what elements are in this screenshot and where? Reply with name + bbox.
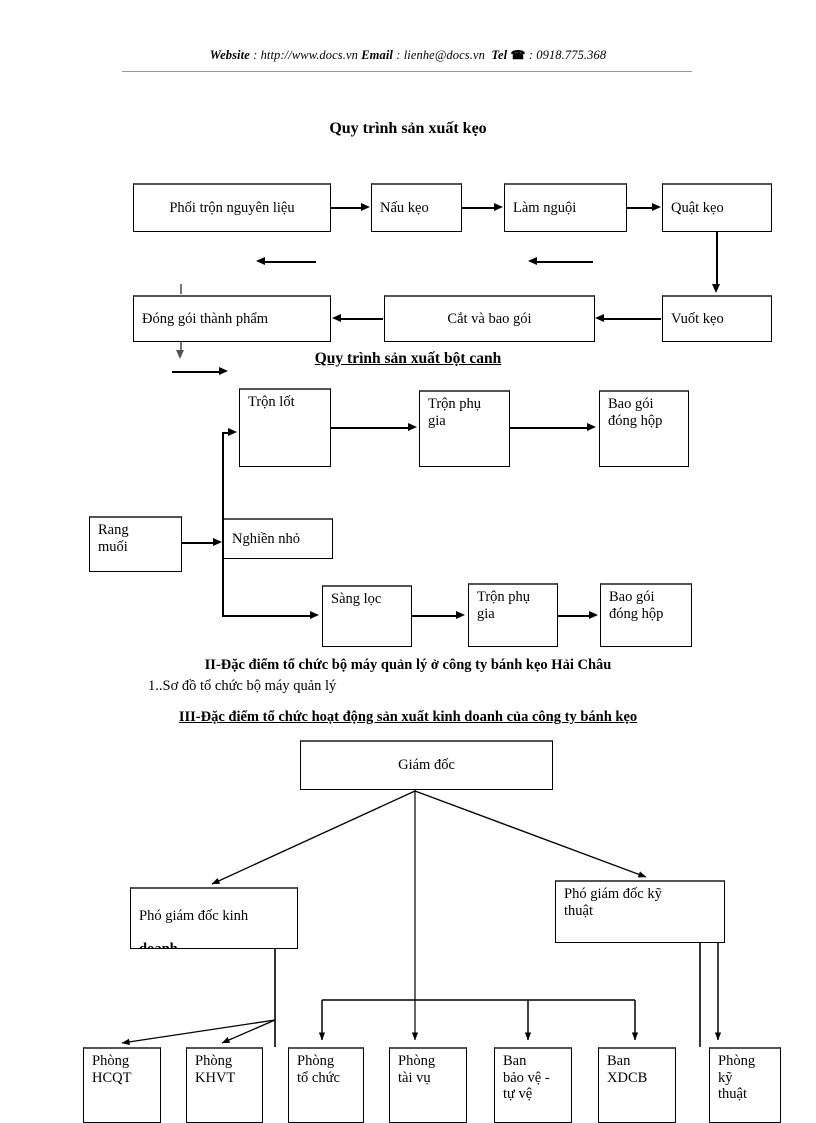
header-tel-value: : 0918.775.368 (528, 48, 607, 62)
box-department-0: Phòng HCQT (83, 1047, 161, 1123)
seasoning-process-title: Quy trình sản xuất bột canh (314, 350, 502, 367)
box-giam-doc: Giám đốc (300, 740, 553, 790)
box-department-2: Phòng tổ chức (288, 1047, 364, 1123)
arrowhead-cook-to-cool (494, 203, 503, 211)
arrowhead-salt-to-grind (213, 538, 222, 546)
connector-additive-to-pack-top (510, 427, 587, 429)
arrowhead-under-seasoning-title (219, 367, 228, 375)
arrowhead-feedback-left (256, 257, 265, 265)
box-department-5: Ban XDCB (598, 1047, 676, 1123)
header-divider (122, 71, 692, 72)
arrowhead-branch-to-mixbase (228, 428, 237, 436)
arrowhead-additive2-to-pack-bottom (589, 611, 598, 619)
box-quat-keo: Quật kẹo (662, 183, 772, 232)
connector-mixbase-to-additive (331, 427, 408, 429)
box-cat-va-bao-goi: Cắt và bao gói (384, 295, 595, 342)
telephone-icon: ☎ (510, 48, 526, 62)
arrowhead-beat-to-stretch (712, 284, 720, 293)
box-tron-phu-gia-bottom: Trộn phụ gia (468, 583, 558, 647)
box-department-6: Phòng kỹ thuật (709, 1047, 781, 1123)
box-nau-keo: Nấu kẹo (371, 183, 462, 232)
header-website-label: Website (209, 48, 250, 62)
box-pho-giam-doc-ky-thuat: Phó giám đốc kỹ thuật (555, 880, 725, 943)
box-bao-goi-dong-hop-top: Bao gói đóng hộp (599, 390, 689, 467)
box-nghien-nho: Nghiền nhỏ (223, 518, 333, 559)
connector-cool-to-beat (627, 207, 653, 209)
document-page: Website : http://www.docs.vn Email : lie… (0, 0, 816, 1123)
page-header: Website : http://www.docs.vn Email : lie… (0, 48, 816, 63)
header-website-url: : http://www.docs.vn (253, 48, 358, 62)
arrowhead-additive-to-pack-top (587, 423, 596, 431)
pgd-kd-line2: doanh (139, 941, 178, 948)
feedback-line-right (537, 261, 593, 263)
feedback-line-left (265, 261, 316, 263)
box-phoi-tron-nguyen-lieu: Phối trộn nguyên liệu (133, 183, 331, 232)
connector-cook-to-cool (462, 207, 495, 209)
box-bao-goi-dong-hop-bottom: Bao gói đóng hộp (600, 583, 692, 647)
heading-section-2: II-Đặc điểm tổ chức bộ máy quản lý ở côn… (204, 657, 612, 673)
candy-process-title: Quy trình sản xuất kẹo (329, 120, 487, 137)
arrowhead-feedback-right (528, 257, 537, 265)
connector-stretch-to-cutwrap (604, 318, 661, 320)
arrowhead-stretch-to-cutwrap (595, 314, 604, 322)
arrowhead-cool-to-beat (652, 203, 661, 211)
pgd-kd-line1: Phó giám đốc kinh (139, 907, 249, 924)
branch-bottom-line (222, 615, 310, 617)
header-email-value: : lienhe@docs.vn (396, 48, 485, 62)
box-lam-nguoi: Làm nguội (504, 183, 627, 232)
heading-section-3: III-Đặc điểm tổ chức hoạt động sản xuất … (178, 709, 638, 725)
header-email-label: Email (361, 48, 393, 62)
box-department-4: Ban bảo vệ - tự vệ (494, 1047, 572, 1123)
stub-line-under-seasoning-title (172, 371, 220, 373)
box-tron-phu-gia-top: Trộn phụ gia (419, 390, 510, 467)
arrowhead-mix-to-cook (361, 203, 370, 211)
arrowhead-cutwrap-to-pack (332, 314, 341, 322)
box-sang-loc: Sàng lọc (322, 585, 412, 647)
connector-salt-to-grind (182, 542, 214, 544)
box-dong-goi-thanh-pham: Đóng gói thành phẩm (133, 295, 331, 342)
branch-spine-grind (222, 432, 224, 616)
header-tel-label: Tel (491, 48, 508, 62)
arrowhead-sieve-to-additive2 (456, 611, 465, 619)
box-department-1: Phòng KHVT (186, 1047, 263, 1123)
box-department-3: Phòng tài vụ (389, 1047, 467, 1123)
box-rang-muoi: Rang muối (89, 516, 182, 572)
box-vuot-keo: Vuốt kẹo (662, 295, 772, 342)
subheading-section-2-1: 1..Sơ đồ tổ chức bộ máy quản lý (148, 678, 337, 694)
connector-additive2-to-pack-bottom (558, 615, 590, 617)
arrowhead-branch-to-sieve (310, 611, 319, 619)
box-pho-giam-doc-kinh-doanh: Phó giám đốc kinh doanh (130, 887, 298, 949)
connector-sieve-to-additive2 (412, 615, 457, 617)
connector-beat-to-stretch (716, 232, 718, 285)
connector-cutwrap-to-pack (341, 318, 383, 320)
arrowhead-mixbase-to-additive (408, 423, 417, 431)
stub-above-pack (180, 284, 182, 294)
connector-mix-to-cook (331, 207, 362, 209)
box-tron-lot: Trộn lốt (239, 388, 331, 467)
